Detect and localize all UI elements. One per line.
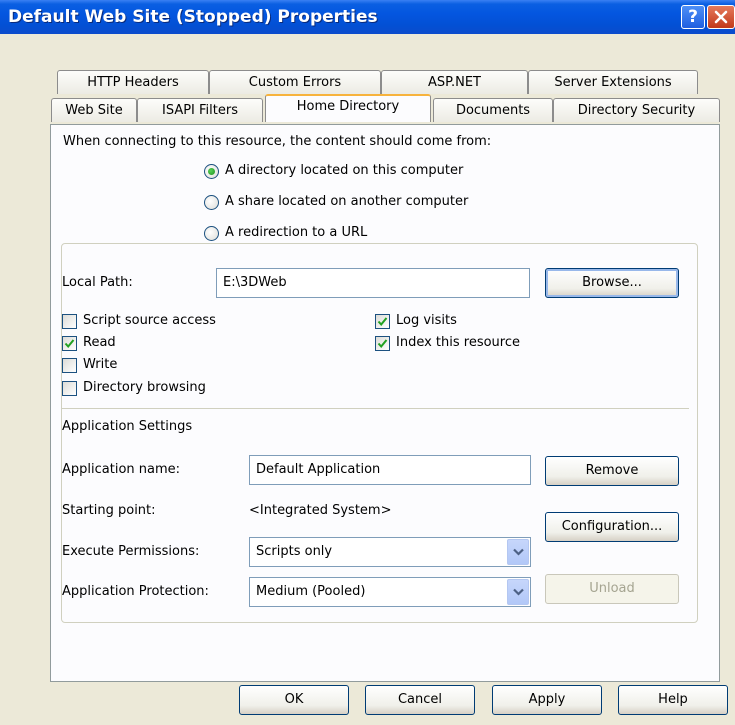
tab-http-headers[interactable]: HTTP Headers [57, 70, 209, 94]
log-visits-label[interactable]: Log visits [396, 313, 457, 328]
remove-button[interactable]: Remove [545, 456, 679, 486]
close-button[interactable] [707, 5, 735, 29]
properties-dialog: Default Web Site (Stopped) Properties ? … [0, 0, 735, 725]
dropdown-button[interactable] [507, 579, 529, 605]
dropdown-button[interactable] [507, 539, 529, 565]
cancel-button[interactable]: Cancel [365, 685, 475, 715]
close-icon [714, 10, 728, 24]
check-icon [377, 339, 388, 349]
tab-server-extensions[interactable]: Server Extensions [528, 70, 698, 94]
title-bar[interactable]: Default Web Site (Stopped) Properties ? [0, 0, 735, 34]
directory-browsing-checkbox[interactable] [62, 381, 77, 396]
radio-button[interactable] [204, 195, 219, 210]
unload-button[interactable]: Unload [545, 574, 679, 604]
application-protection-label: Application Protection: [62, 584, 209, 599]
tab-custom-errors[interactable]: Custom Errors [209, 70, 381, 94]
ok-button[interactable]: OK [239, 685, 349, 715]
apply-button[interactable]: Apply [492, 685, 602, 715]
index-resource-label[interactable]: Index this resource [396, 335, 520, 350]
radio-button[interactable] [204, 164, 219, 179]
application-name-label: Application name: [62, 462, 181, 477]
radio-label[interactable]: A share located on another computer [225, 194, 468, 209]
application-protection-select[interactable]: Medium (Pooled) [249, 577, 531, 607]
radio-label[interactable]: A redirection to a URL [225, 225, 367, 240]
chevron-down-icon [513, 588, 524, 596]
script-source-checkbox[interactable] [62, 314, 77, 329]
window-title: Default Web Site (Stopped) Properties [8, 7, 378, 27]
tab-asp-net[interactable]: ASP.NET [381, 70, 528, 94]
home-directory-panel: When connecting to this resource, the co… [50, 124, 720, 682]
tab-isapi-filters[interactable]: ISAPI Filters [137, 98, 263, 122]
read-label[interactable]: Read [83, 335, 116, 350]
tab-home-directory[interactable]: Home Directory [265, 94, 431, 122]
directory-browsing-label[interactable]: Directory browsing [83, 380, 206, 395]
browse-button[interactable]: Browse... [545, 268, 679, 298]
tab-documents[interactable]: Documents [433, 98, 553, 122]
execute-permissions-select[interactable]: Scripts only [249, 537, 531, 567]
tab-directory-security[interactable]: Directory Security [553, 98, 720, 122]
starting-point-label: Starting point: [62, 503, 156, 518]
execute-permissions-value: Scripts only [256, 544, 333, 559]
write-checkbox[interactable] [62, 358, 77, 373]
index-resource-checkbox[interactable] [375, 336, 390, 351]
radio-button[interactable] [204, 226, 219, 241]
check-icon [64, 339, 75, 349]
chevron-down-icon [513, 548, 524, 556]
radio-label[interactable]: A directory located on this computer [225, 163, 463, 178]
check-icon [377, 317, 388, 327]
local-path-input[interactable]: E:\3DWeb [216, 268, 530, 298]
starting-point-value: <Integrated System> [249, 503, 392, 518]
write-label[interactable]: Write [83, 357, 117, 372]
application-protection-value: Medium (Pooled) [256, 584, 366, 599]
read-checkbox[interactable] [62, 336, 77, 351]
help-button[interactable]: Help [618, 685, 728, 715]
help-title-button[interactable]: ? [681, 5, 705, 29]
execute-permissions-label: Execute Permissions: [62, 544, 200, 559]
content-source-prompt: When connecting to this resource, the co… [63, 134, 492, 149]
tab-web-site[interactable]: Web Site [51, 98, 137, 122]
script-source-label[interactable]: Script source access [83, 313, 216, 328]
log-visits-checkbox[interactable] [375, 314, 390, 329]
configuration-button[interactable]: Configuration... [545, 512, 679, 542]
local-path-label: Local Path: [62, 275, 133, 290]
group-separator [62, 408, 689, 409]
application-name-input[interactable]: Default Application [249, 455, 531, 485]
radio-selected-dot [208, 168, 215, 175]
application-settings-heading: Application Settings [62, 419, 193, 434]
settings-group-box: Local Path: E:\3DWeb Browse... Script so… [61, 243, 698, 623]
